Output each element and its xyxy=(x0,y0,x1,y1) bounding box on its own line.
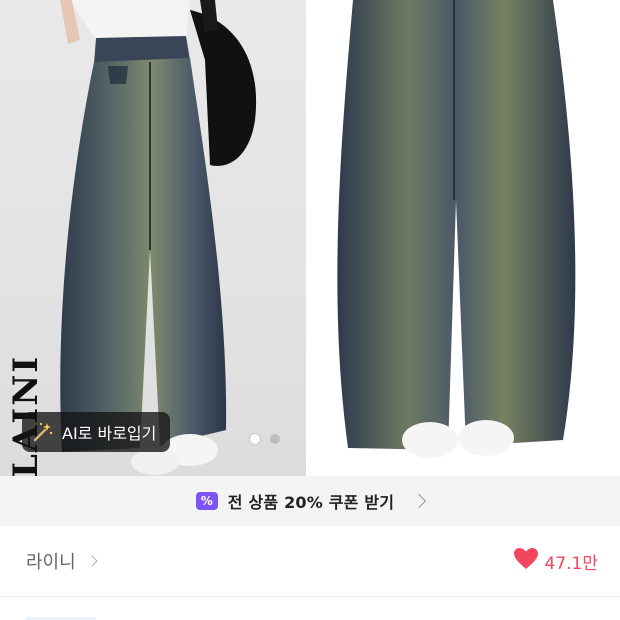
magic-wand-icon xyxy=(32,421,54,443)
pagination-dot[interactable] xyxy=(270,434,280,444)
product-image-gallery[interactable]: LAINI xyxy=(0,0,620,476)
chevron-right-icon xyxy=(86,555,98,567)
product-photo-model: LAINI xyxy=(0,0,306,476)
product-photo-flat xyxy=(308,0,620,476)
heart-icon xyxy=(513,547,539,575)
store-name: 라이니 xyxy=(26,552,76,573)
like-button[interactable]: 47.1만 xyxy=(513,547,599,575)
gallery-pagination xyxy=(250,434,280,444)
store-link[interactable]: 라이니 xyxy=(26,548,98,574)
coupon-banner[interactable]: % 전 상품 20% 쿠폰 받기 xyxy=(0,476,620,526)
coupon-label: 전 상품 20% 쿠폰 받기 xyxy=(227,493,395,512)
coupon-icon: % xyxy=(195,492,218,510)
ai-try-on-label: AI로 바로입기 xyxy=(62,424,157,443)
like-count: 47.1만 xyxy=(544,553,599,574)
store-row: 라이니 47.1만 xyxy=(0,526,620,596)
ai-try-on-button[interactable]: AI로 바로입기 xyxy=(22,412,171,452)
next-section xyxy=(0,597,620,620)
pagination-dot-active[interactable] xyxy=(250,434,260,444)
chevron-right-icon xyxy=(412,493,427,509)
